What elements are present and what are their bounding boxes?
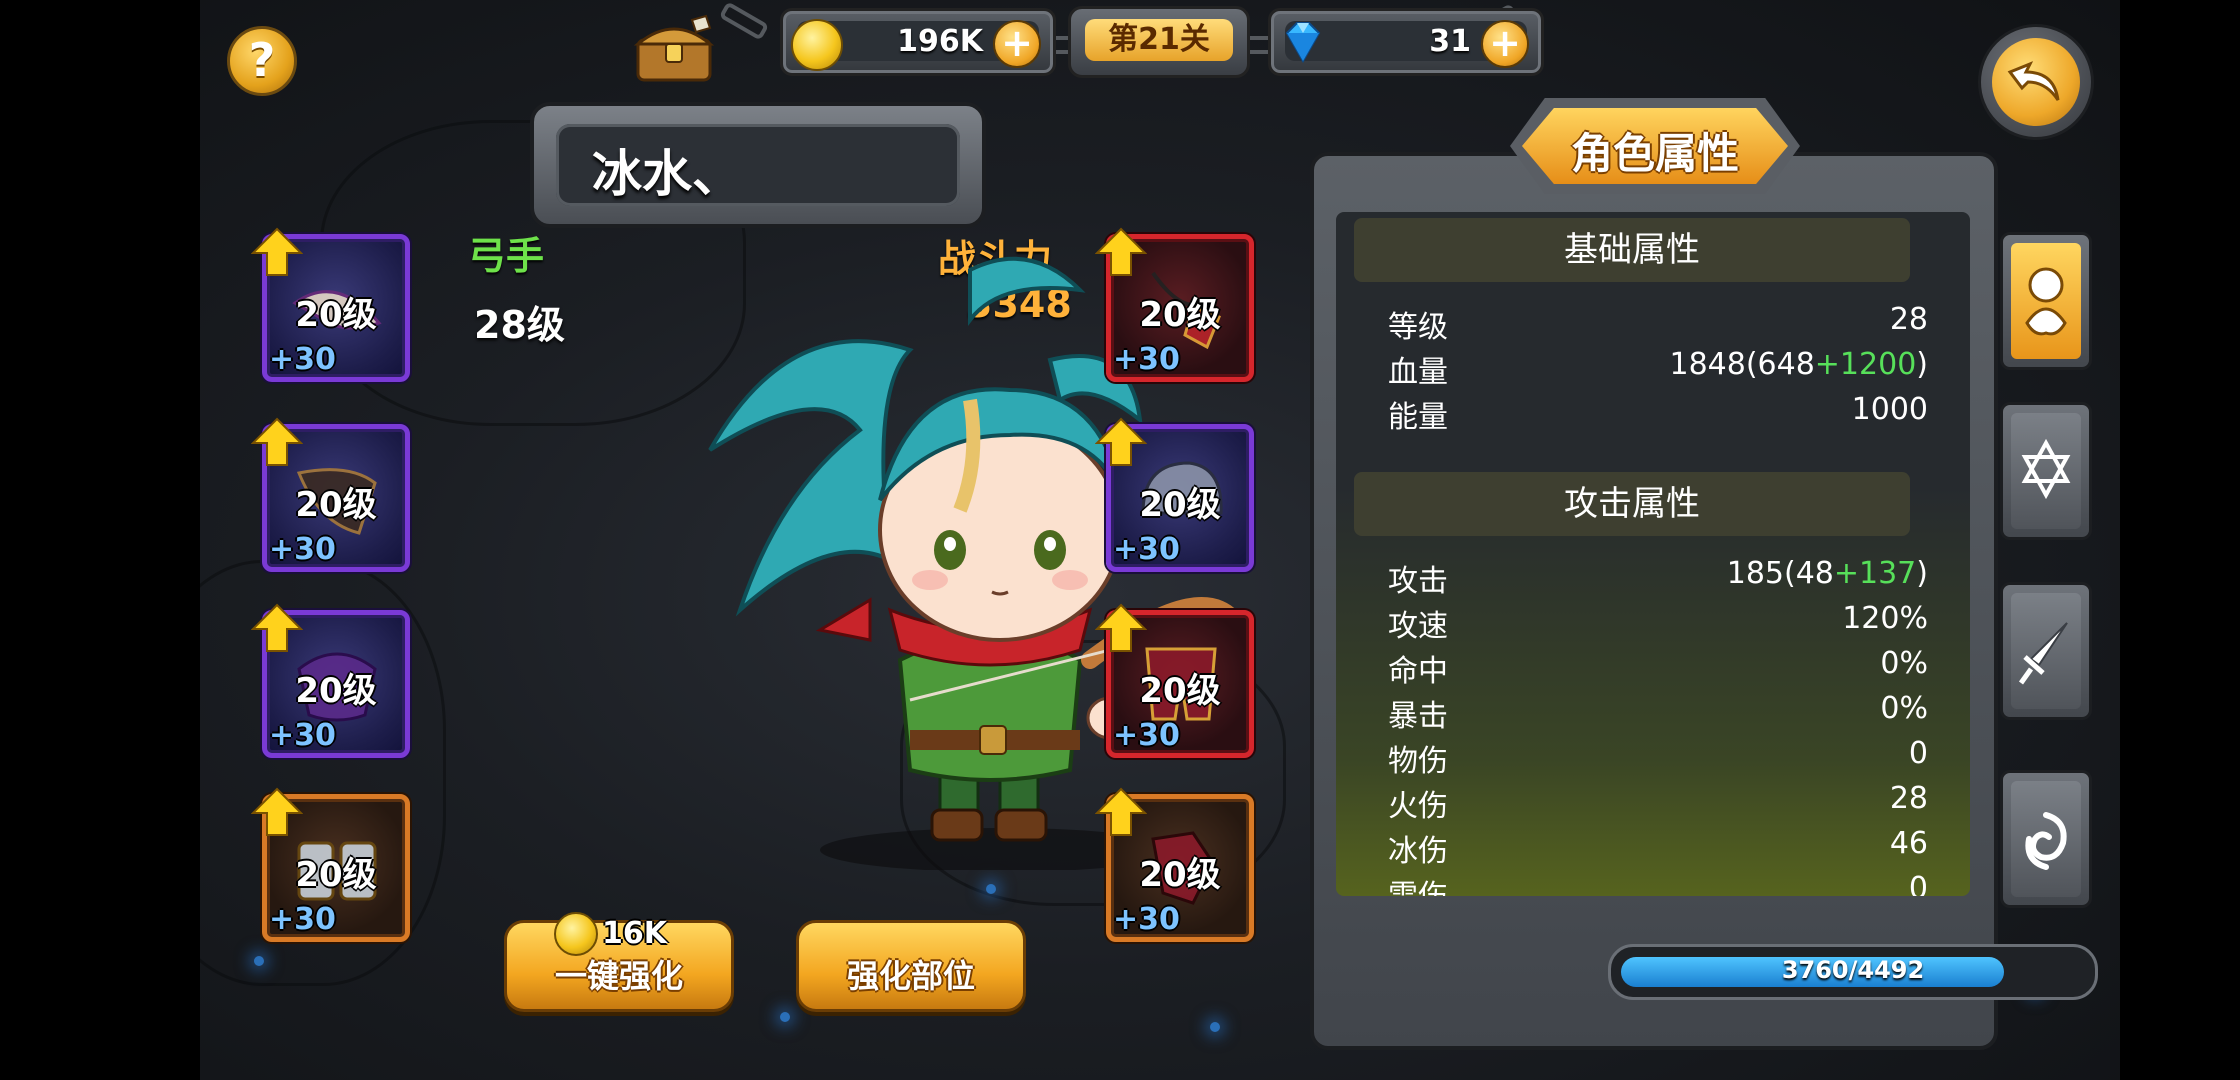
slot-bonus: +30 — [1113, 532, 1180, 567]
slot-bonus: +30 — [269, 532, 336, 567]
diamond-icon — [1285, 22, 1321, 64]
slot-level: 20级 — [1139, 855, 1221, 895]
attack-attributes-header: 攻击属性 — [1354, 472, 1910, 536]
attr-row: 冰伤 46 — [1388, 826, 1928, 869]
hero-name: 冰水、 — [592, 145, 742, 203]
back-button[interactable] — [1978, 24, 2094, 140]
upgrade-arrow-icon — [1095, 787, 1147, 836]
attr-row: 等级 28 — [1388, 302, 1928, 345]
attribute-scroll-area[interactable]: 基础属性 等级 28 血量 1848(648+1200) 能量 1000 攻击属性 攻… — [1336, 212, 1970, 896]
equip-slot-helmet[interactable]: 20级 +30 — [1095, 417, 1254, 572]
enhance-cost-value: 16K — [602, 916, 667, 951]
tab-swirl[interactable] — [2000, 770, 2092, 908]
chain — [718, 1, 770, 41]
person-icon — [2025, 267, 2067, 336]
tab-sword[interactable] — [2000, 582, 2092, 720]
game-screen: ? 196K + 第21关 31 + 冰水、 弓手 28级 3348 20级 +… — [200, 0, 2120, 1080]
enhance-part-button[interactable]: 强化部位 — [796, 920, 1026, 1012]
equip-slot-boots[interactable]: 20级 +30 — [251, 787, 410, 942]
attr-row: 物伤 0 — [1388, 736, 1928, 779]
slot-bonus: +30 — [269, 342, 336, 377]
upgrade-arrow-icon — [251, 603, 303, 652]
question-icon: ? — [248, 33, 276, 87]
attr-row: 能量 1000 — [1388, 392, 1928, 435]
upgrade-arrow-icon — [1095, 227, 1147, 276]
slot-level: 20级 — [1139, 295, 1221, 335]
enhance-part-label: 强化部位 — [846, 957, 975, 995]
attr-row: 命中 0% — [1388, 646, 1928, 689]
help-button[interactable]: ? — [227, 26, 297, 96]
attr-row: 攻速 120% — [1388, 601, 1928, 644]
slot-bonus: +30 — [269, 902, 336, 937]
slot-level: 20级 — [1139, 671, 1221, 711]
upgrade-arrow-icon — [251, 787, 303, 836]
return-arrow-icon — [2007, 61, 2060, 101]
equip-slot-quiver[interactable]: 20级 +30 — [251, 417, 410, 572]
slot-bonus: +30 — [1113, 342, 1180, 377]
attr-row: 攻击 185(48+137) — [1388, 556, 1928, 599]
sparkle — [986, 884, 996, 894]
treasure-chest-icon[interactable] — [632, 14, 716, 86]
sword-icon — [2018, 622, 2068, 685]
tab-star[interactable] — [2000, 402, 2092, 540]
slot-level: 20级 — [295, 295, 377, 335]
gold-counter: 196K + — [780, 8, 1056, 76]
coin-icon — [554, 912, 598, 956]
panel-title-plate: 角色属性 — [1510, 98, 1800, 194]
add-gold-button[interactable]: + — [993, 20, 1041, 68]
hero-nameplate: 冰水、 — [530, 102, 986, 228]
slot-level: 20级 — [295, 671, 377, 711]
sparkle — [780, 1012, 790, 1022]
slot-level: 20级 — [295, 485, 377, 525]
upgrade-arrow-icon — [1095, 417, 1147, 466]
attr-row: 火伤 28 — [1388, 781, 1928, 824]
hexagram-icon — [2021, 438, 2071, 500]
attr-row: 血量 1848(648+1200) — [1388, 347, 1928, 390]
sparkle — [1210, 1022, 1220, 1032]
stage-badge: 第21关 — [1068, 6, 1250, 78]
gem-counter: 31 + — [1268, 8, 1544, 76]
slot-bonus: +30 — [1113, 902, 1180, 937]
experience-text: 3760/4492 — [1781, 956, 1925, 984]
hero-level: 28级 — [474, 303, 565, 347]
panel-title: 角色属性 — [1570, 129, 1739, 178]
slot-bonus: +30 — [269, 718, 336, 753]
slot-level: 20级 — [295, 855, 377, 895]
one-click-enhance-label: 一键强化 — [554, 957, 683, 995]
gem-value: 31 — [1429, 24, 1471, 59]
equip-slot-amulet[interactable]: 20级 +30 — [1095, 227, 1254, 382]
swirl-icon — [2025, 812, 2067, 870]
enhance-cost: 16K — [554, 912, 704, 956]
experience-bar: 3760/4492 — [1608, 944, 2098, 1000]
basic-attributes-header: 基础属性 — [1354, 218, 1910, 282]
stage-label: 第21关 — [1085, 19, 1233, 61]
coin-icon — [791, 19, 843, 71]
sparkle — [254, 956, 264, 966]
equip-slot-pants[interactable]: 20级 +30 — [1095, 603, 1254, 758]
upgrade-arrow-icon — [1095, 603, 1147, 652]
add-gems-button[interactable]: + — [1481, 20, 1529, 68]
slot-bonus: +30 — [1113, 718, 1180, 753]
equip-slot-gloves[interactable]: 20级 +30 — [1095, 787, 1254, 942]
slot-level: 20级 — [1139, 485, 1221, 525]
equip-slot-armor[interactable]: 20级 +30 — [251, 603, 410, 758]
attribute-panel: 基础属性 等级 28 血量 1848(648+1200) 能量 1000 攻击属性 攻… — [1310, 152, 1998, 1050]
equip-slot-weapon[interactable]: 20级 +30 — [251, 227, 410, 382]
upgrade-arrow-icon — [251, 417, 303, 466]
attr-row: 雷伤0 — [1388, 871, 1928, 896]
gold-value: 196K — [897, 24, 983, 59]
hero-class: 弓手 — [468, 234, 545, 278]
upgrade-arrow-icon — [251, 227, 303, 276]
attr-row: 暴击 0% — [1388, 691, 1928, 734]
tab-character[interactable] — [2000, 232, 2092, 370]
